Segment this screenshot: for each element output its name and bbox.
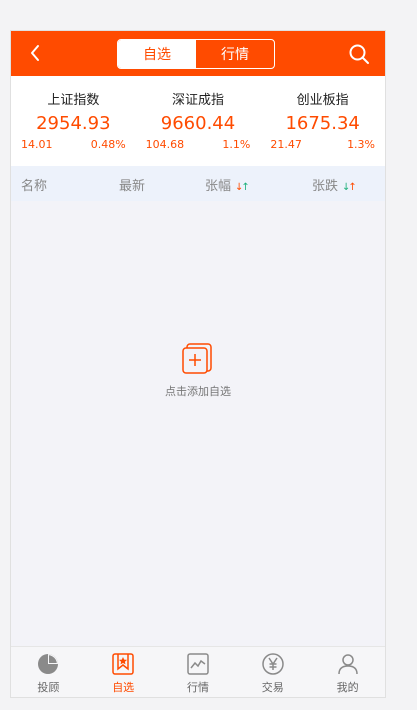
tab-favorites[interactable]: 自选: [118, 40, 196, 68]
index-name: 上证指数: [47, 93, 100, 108]
user-icon: [337, 654, 358, 675]
column-latest[interactable]: 最新: [119, 175, 145, 194]
index-change: 104.68: [145, 138, 185, 151]
index-change: 21.47: [270, 138, 302, 151]
index-percent: 0.48%: [90, 138, 126, 151]
column-change-percent-label: 张幅: [205, 179, 232, 194]
tab-profile[interactable]: 我的: [310, 647, 385, 697]
index-price: 1675.34: [285, 113, 360, 134]
index-percent: 1.1%: [222, 138, 251, 151]
index-price: 2954.93: [36, 113, 111, 134]
tab-label: 投顾: [37, 681, 60, 694]
tab-label: 行情: [186, 681, 209, 694]
index-price: 9660.44: [160, 113, 236, 134]
search-icon: [349, 44, 369, 64]
sort-icon: ↓↑: [235, 182, 250, 193]
app-screen: 自选 行情 上证指数 2954.93 14.01 0.48% 深证成指 9660…: [10, 30, 386, 698]
add-favorite-area[interactable]: 点击添加自选: [11, 341, 385, 399]
search-button[interactable]: [347, 42, 371, 66]
column-change-label: 张跌: [312, 179, 339, 194]
tab-market-data[interactable]: 行情: [161, 647, 236, 697]
empty-state-text: 点击添加自选: [165, 385, 231, 398]
segment-control: 自选 行情: [117, 39, 275, 69]
column-change-percent[interactable]: 张幅 ↓↑: [205, 175, 250, 194]
top-bar: 自选 行情: [11, 31, 385, 76]
index-change: 14.01: [21, 138, 53, 151]
tab-trade[interactable]: 交易: [235, 647, 310, 697]
tab-label: 自选: [112, 681, 135, 694]
tab-watchlist[interactable]: 自选: [86, 647, 161, 697]
tab-label: 交易: [261, 681, 284, 694]
chevron-left-icon: [31, 45, 39, 61]
yen-icon: [262, 653, 284, 675]
add-favorite-icon: [182, 343, 212, 374]
tab-advisor[interactable]: 投顾: [11, 647, 86, 697]
pie-chart-icon: [38, 654, 59, 674]
bottom-tab-bar: 投顾 自选 行情 交易 我的: [11, 646, 385, 697]
line-chart-icon: [187, 653, 209, 675]
sort-icon: ↓↑: [342, 182, 357, 193]
column-header: 名称 最新 张幅 ↓↑ 张跌 ↓↑: [11, 166, 385, 201]
bookmark-star-icon: [112, 653, 134, 675]
index-name: 创业板指: [296, 93, 349, 108]
index-percent: 1.3%: [347, 138, 376, 151]
tab-label: 我的: [336, 681, 359, 694]
back-button[interactable]: [25, 42, 45, 64]
column-name: 名称: [21, 179, 48, 194]
tab-market[interactable]: 行情: [196, 40, 274, 68]
index-name: 深证成指: [172, 93, 225, 108]
column-change[interactable]: 张跌 ↓↑: [312, 175, 357, 194]
